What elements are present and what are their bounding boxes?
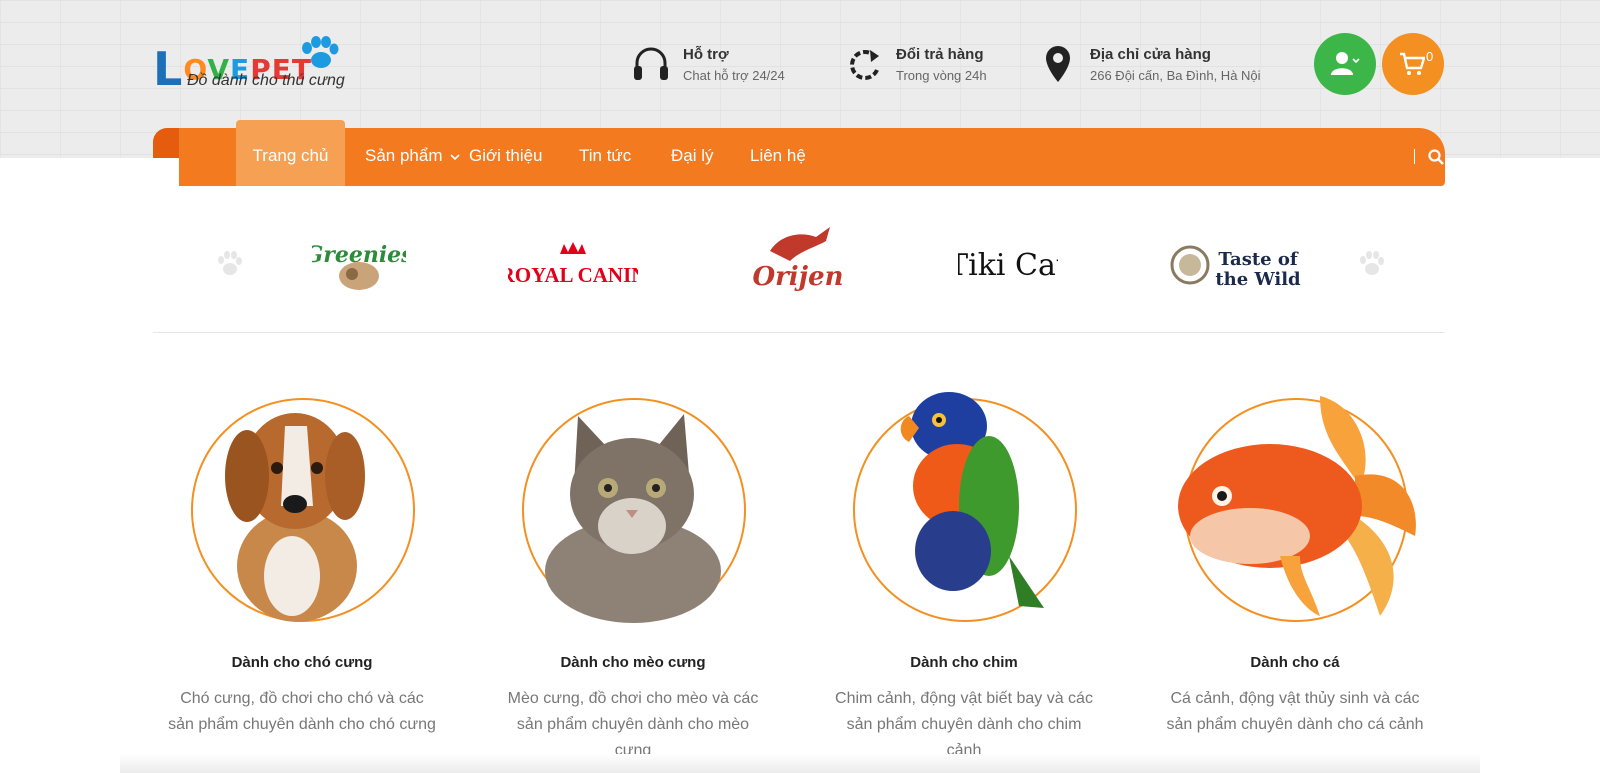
cart-icon: [1400, 52, 1425, 75]
category-fish[interactable]: Dành cho cá Cá cảnh, động vật thủy sinh …: [1130, 376, 1460, 773]
paw-prev-icon[interactable]: [215, 250, 243, 278]
returns-subtitle: Trong vòng 24h: [896, 68, 987, 83]
category-desc: Chim cảnh, động vật biết bay và các sản …: [835, 690, 1093, 759]
brand-greenies[interactable]: Greenies: [309, 210, 409, 320]
support-title: Hỗ trợ: [683, 46, 729, 63]
brand-royal-canin[interactable]: ROYAL CANIN: [503, 210, 643, 320]
cat-image: [545, 414, 721, 623]
return-icon: [850, 50, 879, 80]
svg-text:Orijen: Orijen: [752, 262, 843, 292]
orijen-logo: Orijen: [752, 227, 844, 292]
returns-info[interactable]: Đổi trả hàng Trong vòng 24h: [844, 42, 1004, 86]
svg-text:ROYAL CANIN: ROYAL CANIN: [508, 263, 638, 287]
royal-canin-logo: ROYAL CANIN: [508, 242, 638, 287]
category-title: Dành cho cá: [1250, 654, 1340, 671]
brand-carousel: Greenies ROYAL CANIN Orijen Tiki Cat Tas…: [153, 210, 1445, 320]
nav-decor-tab: [153, 128, 181, 158]
nav-item-products[interactable]: Sản phẩm: [365, 128, 460, 186]
paw-icon: [302, 36, 339, 68]
dog-image: [225, 413, 365, 622]
taste-of-the-wild-logo: Taste of the Wild: [1170, 245, 1301, 290]
category-dogs[interactable]: Dành cho chó cưng Chó cưng, đồ chơi cho …: [137, 376, 467, 773]
logo-tagline: Đồ dành cho thú cưng: [187, 72, 345, 89]
nav-item-products-label: Sản phẩm: [365, 146, 443, 165]
category-cats[interactable]: Dành cho mèo cưng Mèo cưng, đồ chơi cho …: [468, 376, 798, 773]
paw-next-icon[interactable]: [1357, 250, 1385, 278]
account-button[interactable]: [1314, 33, 1376, 95]
map-pin-icon: [1046, 46, 1070, 82]
svg-text:Greenies: Greenies: [312, 242, 406, 268]
section-divider: [153, 332, 1445, 333]
category-birds[interactable]: Dành cho chim Chim cảnh, động vật biết b…: [799, 376, 1129, 773]
category-title: Dành cho mèo cưng: [560, 654, 706, 671]
svg-text:the Wild: the Wild: [1215, 269, 1301, 290]
headset-icon: [634, 47, 668, 80]
cart-count: 0: [1426, 49, 1434, 64]
nav-item-about[interactable]: Giới thiệu: [469, 128, 543, 186]
footer-shadow: [120, 754, 1480, 773]
svg-text:Tiki Cat: Tiki Cat: [958, 248, 1058, 283]
user-icon: [1331, 52, 1360, 75]
cart-button[interactable]: 0: [1382, 33, 1444, 95]
brand-tiki-cat[interactable]: Tiki Cat: [953, 210, 1063, 320]
nav-item-home[interactable]: Trang chủ: [236, 128, 345, 186]
nav-divider: [1414, 149, 1415, 164]
category-title: Dành cho chó cưng: [231, 654, 373, 671]
fish-image: [1178, 396, 1416, 616]
main-navigation: Trang chủ Sản phẩm Giới thiệu Tin tức Đạ…: [153, 120, 1445, 186]
returns-title: Đổi trả hàng: [896, 46, 984, 63]
nav-bar: Trang chủ Sản phẩm Giới thiệu Tin tức Đạ…: [179, 120, 1445, 186]
category-desc: Chó cưng, đồ chơi cho chó và các sản phẩ…: [168, 690, 436, 733]
search-icon[interactable]: [1427, 148, 1445, 166]
greenies-logo: Greenies: [312, 242, 406, 290]
support-subtitle: Chat hỗ trợ 24/24: [683, 68, 785, 83]
address-subtitle: 266 Đội cấn, Ba Đình, Hà Nội: [1090, 68, 1261, 83]
category-title: Dành cho chim: [910, 654, 1018, 671]
nav-item-contact[interactable]: Liên hệ: [750, 128, 806, 186]
address-title: Địa chỉ cửa hàng: [1090, 46, 1211, 63]
bird-image: [900, 392, 1044, 608]
category-desc: Mèo cưng, đồ chơi cho mèo và các sản phẩ…: [507, 690, 759, 759]
site-logo[interactable]: LOVEPET Đồ dành cho thú cưng: [153, 36, 373, 96]
brand-orijen[interactable]: Orijen: [743, 210, 853, 320]
brand-taste-of-the-wild[interactable]: Taste of the Wild: [1168, 210, 1308, 320]
store-address-info[interactable]: Địa chỉ cửa hàng 266 Đội cấn, Ba Đình, H…: [1038, 42, 1278, 86]
support-info[interactable]: Hỗ trợ Chat hỗ trợ 24/24: [631, 42, 801, 86]
svg-text:Taste of: Taste of: [1218, 249, 1299, 270]
chevron-down-icon: [450, 154, 460, 161]
nav-item-news[interactable]: Tin tức: [579, 128, 631, 186]
tiki-cat-logo: Tiki Cat: [958, 248, 1058, 283]
category-desc: Cá cảnh, động vật thủy sinh và các sản p…: [1166, 690, 1424, 733]
nav-item-dealers[interactable]: Đại lý: [671, 128, 714, 186]
